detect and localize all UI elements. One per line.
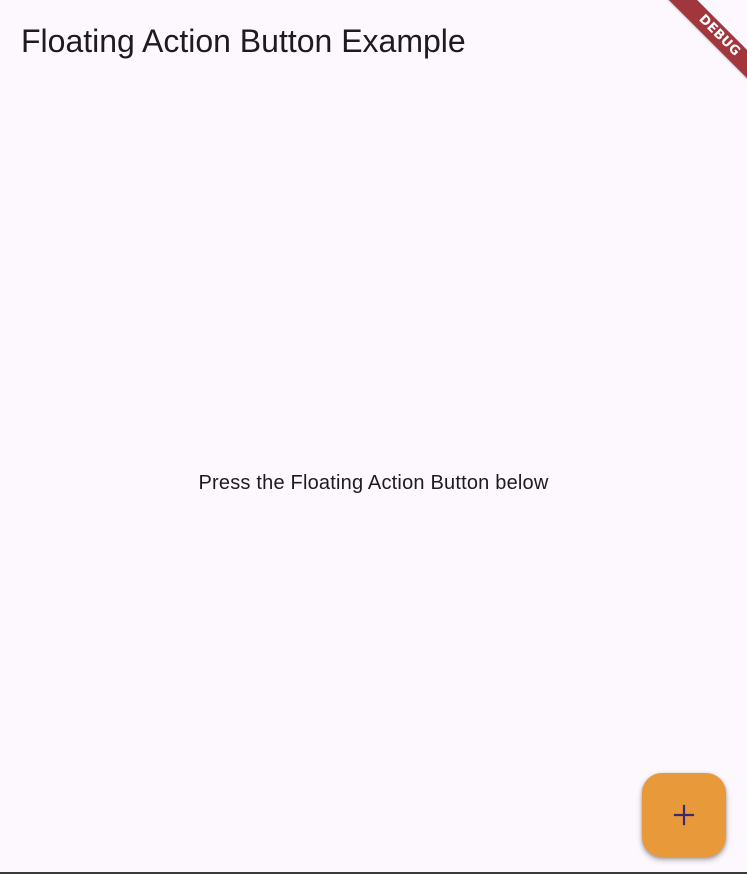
floating-action-button[interactable] [642,773,726,857]
app-bar-title: Floating Action Button Example [21,23,466,59]
center-message: Press the Floating Action Button below [198,472,549,494]
app-bar: Floating Action Button Example [0,0,747,82]
app-screen: Floating Action Button Example Press the… [0,0,747,874]
body-content: Press the Floating Action Button below [0,82,747,873]
add-icon [673,804,695,826]
